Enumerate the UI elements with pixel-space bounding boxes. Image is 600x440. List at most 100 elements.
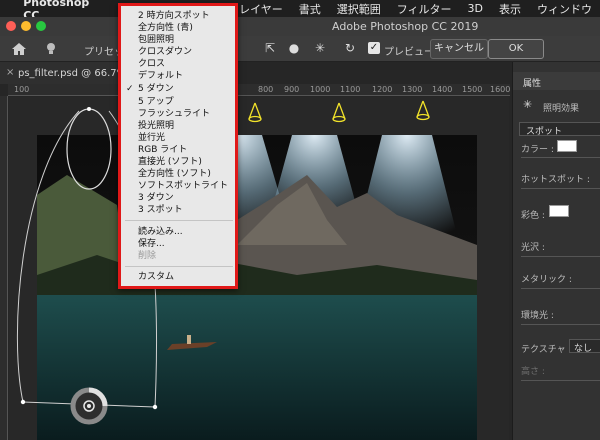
preset-menu-item[interactable]: RGB ライト xyxy=(138,144,187,156)
light-effect-label: 照明効果 xyxy=(543,104,580,114)
preset-menu-item[interactable]: ソフトスポットライト xyxy=(138,180,228,192)
vertical-ruler xyxy=(0,96,8,440)
preset-menu-item[interactable]: 2 時方向スポット xyxy=(138,10,210,22)
menu-type[interactable]: 書式 xyxy=(291,1,329,17)
divider xyxy=(521,188,600,189)
light-bulb-icon[interactable] xyxy=(44,41,58,57)
menu-3d[interactable]: 3D xyxy=(460,2,491,15)
spot-light-tool-icon[interactable]: ⇱ xyxy=(262,41,278,57)
texture-select[interactable]: なし xyxy=(569,339,600,354)
minimize-window-button[interactable] xyxy=(21,21,31,31)
home-icon[interactable] xyxy=(10,41,28,57)
preset-menu-item[interactable]: 5 アップ xyxy=(138,96,174,108)
light-range-handle[interactable] xyxy=(152,404,158,410)
light-effect-icon: ✳ xyxy=(523,98,533,111)
menu-layer[interactable]: レイヤー xyxy=(231,1,291,17)
preset-menu-item[interactable]: デフォルト xyxy=(138,70,183,82)
intensity-ring-icon[interactable] xyxy=(70,387,108,425)
menu-view[interactable]: 表示 xyxy=(491,1,529,17)
traffic-lights xyxy=(6,21,46,31)
hotspot-label: ホットスポット : xyxy=(521,175,590,185)
divider xyxy=(521,157,600,158)
light-type-select[interactable]: スポット xyxy=(519,122,600,137)
preset-menu-item[interactable]: 包囲照明 xyxy=(138,34,174,46)
ruler-tick: 1300 xyxy=(402,85,423,94)
color-label: カラー : xyxy=(521,145,554,155)
save-preset-item[interactable]: 保存... xyxy=(138,238,165,250)
colorize-label: 彩色 : xyxy=(521,211,545,221)
menu-filter[interactable]: フィルター xyxy=(389,1,460,17)
load-preset-item[interactable]: 読み込み... xyxy=(138,226,183,238)
divider xyxy=(521,324,600,325)
menu-select[interactable]: 選択範囲 xyxy=(329,1,389,17)
color-swatch[interactable] xyxy=(557,140,577,152)
properties-panel-header: 属性 xyxy=(513,72,600,90)
menubar: Photoshop CC ージ レイヤー 書式 選択範囲 フィルター 3D 表示… xyxy=(0,0,600,22)
texture-value: なし xyxy=(574,344,593,354)
close-tab-icon[interactable]: × xyxy=(6,67,14,78)
divider xyxy=(521,288,600,289)
preset-menu-item[interactable]: クロス xyxy=(138,58,165,70)
zoom-window-button[interactable] xyxy=(36,21,46,31)
ruler-tick: 1400 xyxy=(432,85,453,94)
height-label: 高さ : xyxy=(521,367,545,377)
spotlight-icon[interactable] xyxy=(248,102,262,123)
options-bar: プリセッ ⇱ ● ✳ ↻ ✓ プレビュー キャンセル OK xyxy=(0,36,600,62)
preset-menu-item[interactable]: 並行光 xyxy=(138,132,165,144)
preset-menu-item[interactable]: 3 ダウン xyxy=(138,192,174,204)
light-type-value: スポット xyxy=(526,127,563,137)
ruler-tick: 1600 xyxy=(490,85,511,94)
infinite-light-tool-icon[interactable]: ✳ xyxy=(312,41,328,57)
ruler-tick: 100 xyxy=(14,85,30,94)
preset-menu-item[interactable]: フラッシュライト xyxy=(138,108,210,120)
preset-menu-item-selected[interactable]: 5 ダウン xyxy=(138,83,174,95)
point-light-tool-icon[interactable]: ● xyxy=(286,41,302,57)
ruler-tick: 800 xyxy=(258,85,274,94)
colorize-swatch[interactable] xyxy=(549,205,569,217)
light-range-handle[interactable] xyxy=(20,399,26,405)
properties-panel: 属性 ✳ 照明効果 スポット カラー : ホットスポット : 彩色 : 光沢 :… xyxy=(512,62,600,440)
light-widgets-overlay xyxy=(16,100,430,425)
texture-label: テクスチャ : xyxy=(521,345,572,355)
canvas-area[interactable] xyxy=(9,97,509,440)
close-window-button[interactable] xyxy=(6,21,16,31)
document-tab[interactable]: × ps_filter.psd @ 66.7% xyxy=(0,62,126,84)
window-title: Adobe Photoshop CC 2019 xyxy=(332,20,479,33)
ambience-label: 環境光 : xyxy=(521,311,554,321)
window-titlebar: Adobe Photoshop CC 2019 xyxy=(0,17,600,36)
preset-menu-item[interactable]: クロスダウン xyxy=(138,46,192,58)
preset-menu-item[interactable]: 投光照明 xyxy=(138,120,174,132)
document-tab-title: ps_filter.psd @ 66.7% xyxy=(18,68,127,79)
preset-menu-item[interactable]: 全方向性 (ソフト) xyxy=(138,168,211,180)
gloss-label: 光沢 : xyxy=(521,243,545,253)
ruler-tick: 1100 xyxy=(340,85,361,94)
spotlight-icon[interactable] xyxy=(416,100,430,121)
properties-title: 属性 xyxy=(523,79,542,89)
horizontal-ruler: 100 800 900 1000 1100 1200 1300 1400 150… xyxy=(8,84,510,96)
menu-separator xyxy=(125,266,233,267)
preset-menu-item[interactable]: 3 スポット xyxy=(138,204,183,216)
ruler-tick: 1000 xyxy=(310,85,331,94)
light-preset-menu: 2 時方向スポット 全方向性 (青) 包囲照明 クロスダウン クロス デフォルト… xyxy=(118,3,238,289)
metallic-label: メタリック : xyxy=(521,275,572,285)
ruler-tick: 1500 xyxy=(462,85,483,94)
cancel-button[interactable]: キャンセル xyxy=(430,39,488,59)
preset-menu-item[interactable]: 全方向性 (青) xyxy=(138,22,193,34)
preview-checkbox[interactable]: ✓ xyxy=(368,42,380,54)
divider xyxy=(521,256,600,257)
light-oval-handle-point[interactable] xyxy=(87,107,91,111)
ok-button[interactable]: OK xyxy=(488,39,544,59)
ruler-tick: 900 xyxy=(284,85,300,94)
photoshop-window: Photoshop CC ージ レイヤー 書式 選択範囲 フィルター 3D 表示… xyxy=(0,0,600,440)
custom-preset-item[interactable]: カスタム xyxy=(138,271,174,283)
light-oval-handle[interactable] xyxy=(66,108,112,190)
checkmark-icon: ✓ xyxy=(126,84,134,94)
menu-window[interactable]: ウィンドウ xyxy=(529,1,600,17)
menu-separator xyxy=(125,220,233,221)
preview-label: プレビュー xyxy=(384,47,434,58)
light-range-curve xyxy=(16,110,80,403)
spotlight-icon[interactable] xyxy=(332,102,346,123)
reset-light-icon[interactable]: ↻ xyxy=(342,41,358,57)
divider xyxy=(521,380,600,381)
preset-menu-item[interactable]: 直接光 (ソフト) xyxy=(138,156,202,168)
